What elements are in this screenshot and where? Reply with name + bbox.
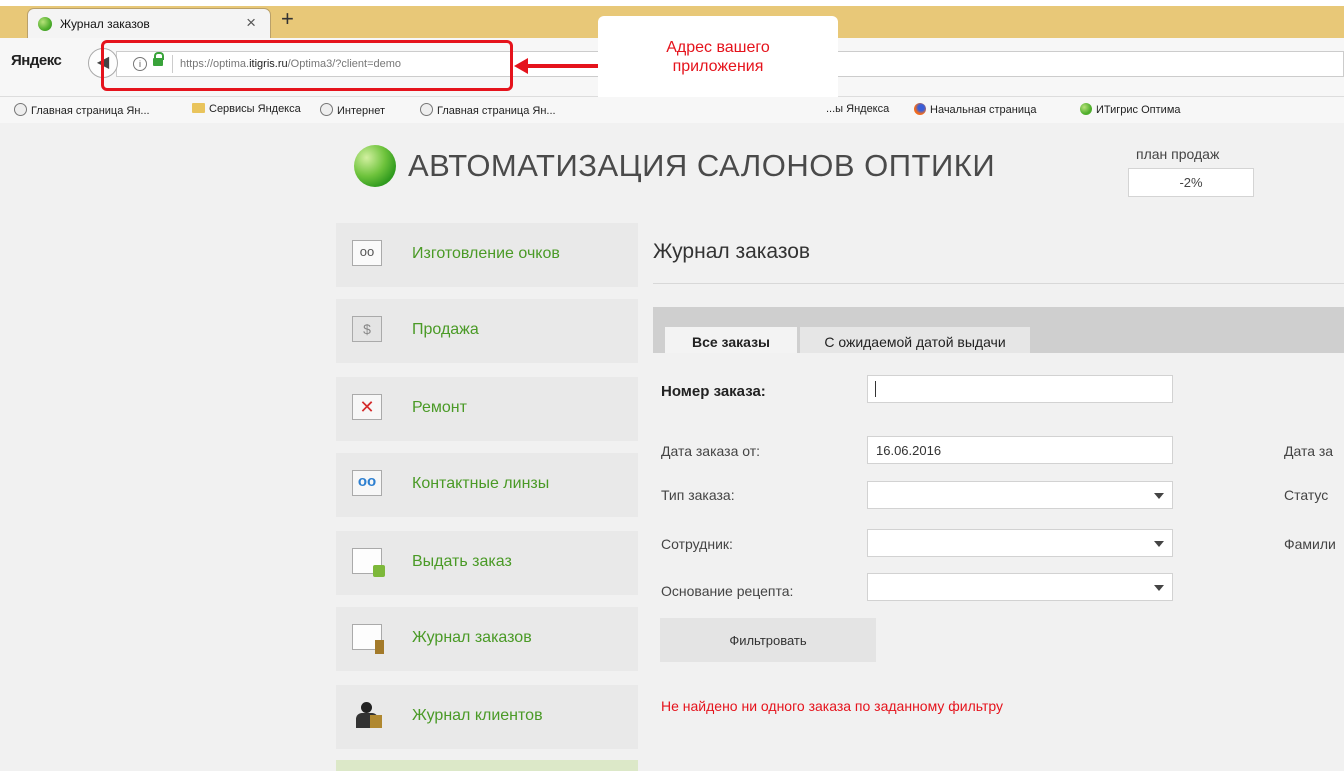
orders-journal-icon: [352, 624, 384, 654]
order-number-label: Номер заказа:: [661, 383, 766, 400]
chevron-down-icon: [1154, 493, 1164, 499]
chevron-down-icon: [1154, 541, 1164, 547]
date-from-value: 16.06.2016: [876, 443, 942, 458]
orders-tabs: Все заказы С ожидаемой датой выдачи: [653, 307, 1344, 353]
annotation-arrow-line: [526, 64, 598, 68]
sidebar-item-label: Контактные линзы: [412, 475, 550, 492]
bookmark-label: Главная страница Ян...: [437, 105, 556, 117]
sidebar-item-contact-lenses[interactable]: oo Контактные линзы: [336, 453, 638, 517]
logo-icon[interactable]: [354, 145, 396, 187]
glasses-icon: oo: [352, 240, 382, 266]
tab-all-orders[interactable]: Все заказы: [665, 327, 797, 353]
page-content: АВТОМАТИЗАЦИЯ САЛОНОВ ОПТИКИ план продаж…: [0, 123, 1344, 771]
tab-title: Журнал заказов: [60, 17, 150, 31]
no-results-message: Не найдено ни одного заказа по заданному…: [661, 698, 1004, 714]
date-to-label: Дата за: [1284, 443, 1334, 459]
sidebar-item-label: Продажа: [412, 321, 479, 338]
date-from-field[interactable]: 16.06.2016: [867, 436, 1173, 464]
order-type-label: Тип заказа:: [661, 487, 735, 503]
globe-icon: [420, 103, 433, 116]
chevron-down-icon: [1154, 585, 1164, 591]
bookmark-item[interactable]: ...ы Яндекса: [826, 103, 889, 115]
repair-icon: ✕: [352, 394, 382, 420]
bookmarks-bar: Главная страница Ян... Сервисы Яндекса И…: [0, 97, 1344, 124]
bookmark-item[interactable]: Интернет: [320, 103, 385, 117]
page-title: Журнал заказов: [653, 240, 811, 263]
sidebar-item-issue-order[interactable]: Выдать заказ: [336, 531, 638, 595]
sidebar-item-glasses[interactable]: oo Изготовление очков: [336, 223, 638, 287]
sidebar-item-label: Ремонт: [412, 399, 467, 416]
globe-icon: [14, 103, 27, 116]
clients-journal-icon: [352, 702, 382, 728]
folder-icon: [192, 103, 205, 113]
yandex-brand[interactable]: Яндекс: [11, 52, 62, 69]
filter-button[interactable]: Фильтровать: [660, 618, 876, 662]
plan-value: -2%: [1128, 168, 1254, 197]
callout-text: Адрес вашего приложения: [598, 38, 838, 76]
annotation-callout: Адрес вашего приложения: [598, 16, 838, 100]
clients-icon-head: [361, 702, 372, 713]
callout-line-2: приложения: [672, 58, 764, 75]
bookmark-label: Сервисы Яндекса: [209, 103, 301, 115]
surname-label: Фамили: [1284, 536, 1336, 552]
employee-label: Сотрудник:: [661, 536, 733, 552]
contact-lenses-icon: oo: [352, 470, 382, 496]
bookmark-label: Начальная страница: [930, 104, 1037, 116]
annotation-arrow-head: [514, 58, 528, 74]
order-number-field[interactable]: [867, 375, 1173, 403]
sidebar-item-label: Изготовление очков: [412, 245, 560, 262]
app-title: АВТОМАТИЗАЦИЯ САЛОНОВ ОПТИКИ: [408, 148, 996, 183]
text-caret: [875, 381, 876, 397]
bookmark-item[interactable]: Главная страница Ян...: [420, 103, 556, 117]
bookmark-item[interactable]: Главная страница Ян...: [14, 103, 150, 117]
firefox-icon: [914, 103, 926, 115]
title-divider: [653, 283, 1344, 284]
sidebar-item-orders-journal[interactable]: Журнал заказов: [336, 607, 638, 671]
bookmark-label: ИТигрис Оптима: [1096, 104, 1181, 116]
date-from-label: Дата заказа от:: [661, 443, 761, 459]
plan-label: план продаж: [1136, 146, 1220, 162]
bookmark-label: ...ы Яндекса: [826, 103, 890, 115]
itigris-icon: [1080, 103, 1092, 115]
sidebar-item-label: Выдать заказ: [412, 553, 512, 570]
bookmark-item[interactable]: Начальная страница: [914, 103, 1036, 116]
prescription-label: Основание рецепта:: [661, 583, 794, 599]
sidebar-item-label: Журнал заказов: [412, 629, 532, 646]
employee-select[interactable]: [867, 529, 1173, 557]
order-type-select[interactable]: [867, 481, 1173, 509]
globe-icon: [320, 103, 333, 116]
favicon-icon: [38, 17, 52, 31]
close-tab-icon[interactable]: ×: [246, 13, 256, 33]
browser-tab[interactable]: Журнал заказов ×: [27, 8, 271, 38]
address-highlight-box: [101, 40, 513, 91]
bookmark-label: Главная страница Ян...: [31, 105, 150, 117]
sale-icon: $: [352, 316, 382, 342]
issue-order-icon: [352, 548, 385, 577]
tab-expected-date[interactable]: С ожидаемой датой выдачи: [800, 327, 1030, 353]
callout-line-1: Адрес вашего: [666, 39, 770, 56]
sidebar-item-label: Журнал клиентов: [412, 707, 543, 724]
sidebar-item-partial[interactable]: [336, 760, 638, 771]
sidebar-item-repair[interactable]: ✕ Ремонт: [336, 377, 638, 441]
bookmark-item[interactable]: ИТигрис Оптима: [1080, 103, 1181, 116]
bookmark-item[interactable]: Сервисы Яндекса: [192, 103, 301, 115]
sidebar-item-clients-journal[interactable]: Журнал клиентов: [336, 685, 638, 749]
prescription-select[interactable]: [867, 573, 1173, 601]
clients-icon-box: [370, 715, 382, 728]
status-label: Статус: [1284, 487, 1329, 503]
sidebar-item-sale[interactable]: $ Продажа: [336, 299, 638, 363]
bookmark-label: Интернет: [337, 105, 385, 117]
new-tab-button[interactable]: +: [281, 8, 294, 30]
